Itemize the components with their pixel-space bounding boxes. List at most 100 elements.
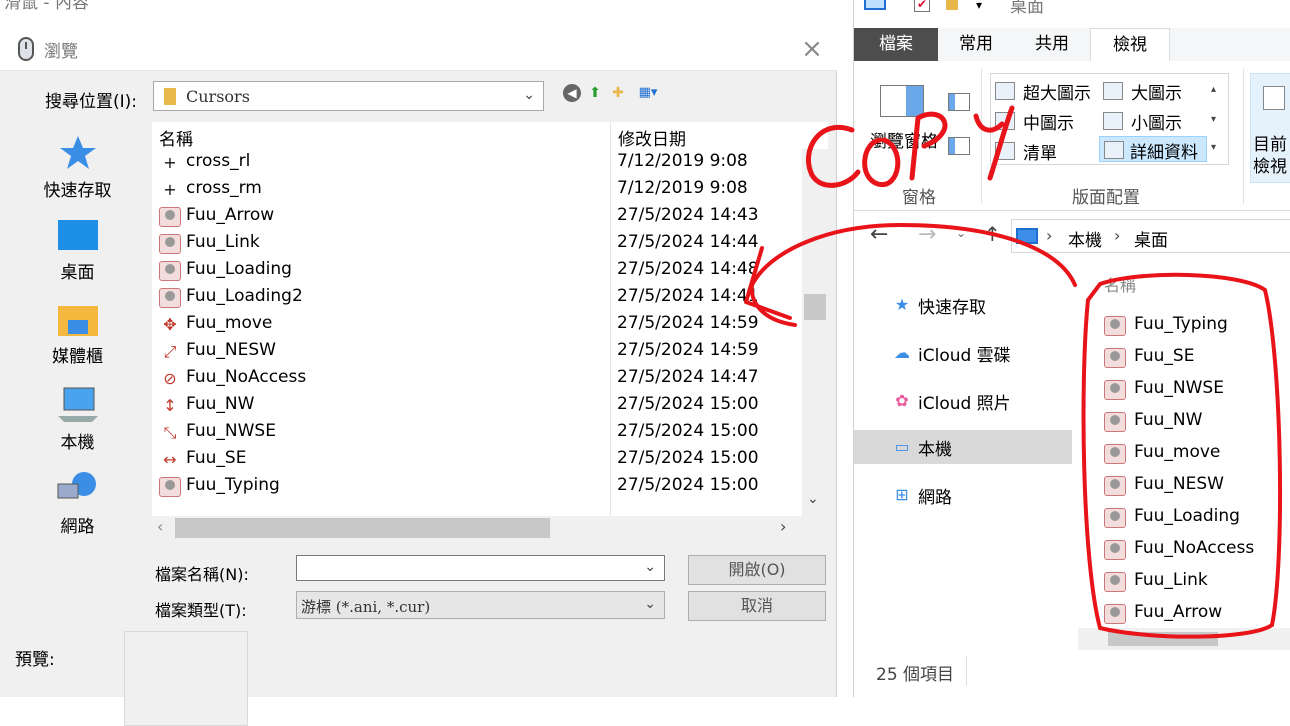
file-row[interactable]: Fuu_Loading 27/5/2024 14:48	[152, 257, 802, 284]
list-icon	[995, 142, 1015, 160]
file-row[interactable]: Fuu_Arrow 27/5/2024 14:43	[152, 203, 802, 230]
explorer-file-item[interactable]: Fuu_Loading	[1104, 503, 1284, 533]
nav-icloud-drive[interactable]: ☁ iCloud 雲碟	[854, 336, 1072, 370]
folder-icon[interactable]	[946, 0, 958, 10]
tab-home[interactable]: 常用	[938, 28, 1014, 61]
chevron-down-icon[interactable]: ⌄	[956, 226, 966, 240]
file-name: Fuu_Loading	[1134, 506, 1240, 526]
file-row[interactable]: ⊘ Fuu_NoAccess 27/5/2024 14:47	[152, 365, 802, 392]
column-header-date[interactable]: 修改日期	[618, 125, 686, 150]
new-folder-icon[interactable]: ✚	[609, 84, 627, 102]
file-row[interactable]: ⤡ Fuu_NWSE 27/5/2024 15:00	[152, 419, 802, 446]
forward-arrow-icon[interactable]: →	[918, 222, 936, 247]
explorer-file-item[interactable]: Fuu_SE	[1104, 343, 1284, 373]
file-row[interactable]: + cross_rl 7/12/2019 9:08	[152, 149, 802, 176]
tab-share[interactable]: 共用	[1014, 28, 1090, 61]
current-view-button[interactable]: 目前 檢視	[1250, 73, 1290, 183]
open-button[interactable]: 開啟(O)	[688, 555, 826, 585]
chevron-right-icon[interactable]: ›	[1046, 226, 1052, 245]
scroll-thumb[interactable]	[175, 518, 550, 538]
place-network[interactable]: 網路	[10, 470, 145, 537]
column-header-name[interactable]: 名稱	[1104, 272, 1136, 296]
back-arrow-icon[interactable]: ←	[870, 222, 888, 247]
vertical-scrollbar[interactable]: ⌄	[802, 149, 828, 516]
star-icon	[59, 136, 96, 169]
details-pane-icon[interactable]	[948, 137, 970, 155]
explorer-file-item[interactable]: Fuu_NW	[1104, 407, 1284, 437]
photos-icon: ✿	[895, 391, 909, 410]
file-row[interactable]: ⤢ Fuu_NESW 27/5/2024 14:59	[152, 338, 802, 365]
explorer-file-item[interactable]: Fuu_Arrow	[1104, 599, 1284, 629]
file-row[interactable]: Fuu_Typing 27/5/2024 15:00	[152, 473, 802, 500]
chevron-up-icon[interactable]: ▴	[1211, 84, 1216, 95]
layout-details[interactable]: 詳細資料	[1099, 136, 1207, 163]
place-libraries[interactable]: 媒體櫃	[10, 302, 145, 367]
breadcrumb-desktop[interactable]: 桌面	[1134, 226, 1168, 251]
nav-network[interactable]: ⊞ 網路	[854, 478, 1072, 512]
cursor-file-icon	[1104, 444, 1126, 464]
explorer-file-item[interactable]: Fuu_NWSE	[1104, 375, 1284, 405]
chevron-down-icon[interactable]: ▾	[976, 0, 982, 12]
up-folder-icon[interactable]: ⬆	[586, 84, 604, 102]
scroll-thumb[interactable]	[1108, 632, 1218, 646]
file-row[interactable]: Fuu_Link 27/5/2024 14:44	[152, 230, 802, 257]
up-arrow-icon[interactable]: ↑	[984, 222, 1001, 246]
properties-icon[interactable]: ✔	[914, 0, 930, 12]
explorer-file-item[interactable]: Fuu_move	[1104, 439, 1284, 469]
file-date: 27/5/2024 15:00	[617, 394, 759, 414]
close-icon[interactable]: ×	[798, 36, 826, 64]
chevron-down-icon[interactable]: ▾	[1211, 114, 1216, 125]
explorer-file-item[interactable]: Fuu_NoAccess	[1104, 535, 1284, 565]
nav-quick-access[interactable]: ★ 快速存取	[854, 288, 1072, 322]
ribbon-divider	[981, 69, 982, 204]
place-this-pc[interactable]: 本機	[10, 386, 145, 453]
file-date: 27/5/2024 14:48	[617, 259, 759, 279]
preview-pane-icon[interactable]	[948, 93, 970, 111]
explorer-file-item[interactable]: Fuu_NESW	[1104, 471, 1284, 501]
chevron-right-icon[interactable]: ›	[780, 517, 786, 536]
file-row[interactable]: Fuu_Loading2 27/5/2024 14:41	[152, 284, 802, 311]
file-name: Fuu_NW	[186, 394, 255, 414]
back-icon[interactable]: ◀	[563, 84, 581, 102]
cancel-button[interactable]: 取消	[688, 591, 826, 621]
file-row[interactable]: ↕ Fuu_NW 27/5/2024 15:00	[152, 392, 802, 419]
breadcrumb-this-pc[interactable]: 本機	[1068, 226, 1102, 251]
star-icon: ★	[894, 295, 910, 314]
column-header-name[interactable]: 名稱	[159, 125, 193, 150]
file-row[interactable]: ✥ Fuu_move 27/5/2024 14:59	[152, 311, 802, 338]
tab-file[interactable]: 檔案	[854, 28, 938, 61]
explorer-file-item[interactable]: Fuu_Typing	[1104, 311, 1284, 341]
place-desktop[interactable]: 桌面	[10, 218, 145, 283]
file-row[interactable]: + cross_rm 7/12/2019 9:08	[152, 176, 802, 203]
horizontal-scrollbar[interactable]: ‹ ›	[152, 516, 802, 540]
file-name: Fuu_Typing	[186, 475, 280, 495]
file-date: 27/5/2024 14:47	[617, 367, 759, 387]
scroll-thumb[interactable]	[804, 294, 826, 320]
filetype-value: 游標 (*.ani, *.cur)	[301, 598, 431, 616]
place-quick-access[interactable]: 快速存取	[10, 134, 145, 201]
more-icon[interactable]: ▾	[1211, 142, 1216, 153]
file-list[interactable]: 名稱 修改日期 + cross_rl 7/12/2019 9:08 + cross_rm…	[152, 122, 828, 516]
view-menu-icon[interactable]: ▦▾	[633, 84, 663, 102]
chevron-down-icon[interactable]: ⌄	[644, 559, 656, 575]
address-box[interactable]: › 本機 › 桌面	[1011, 219, 1290, 253]
file-row[interactable]: ↔ Fuu_SE 27/5/2024 15:00	[152, 446, 802, 473]
chevron-down-icon[interactable]: ⌄	[807, 491, 819, 507]
filename-input[interactable]: ⌄	[296, 555, 665, 581]
file-name: Fuu_move	[1134, 442, 1221, 462]
chevron-right-icon[interactable]: ›	[1114, 226, 1120, 245]
look-in-dropdown[interactable]: Cursors ⌄	[153, 81, 544, 111]
horizontal-scrollbar[interactable]	[1078, 628, 1290, 650]
cursor-icon	[159, 234, 181, 254]
file-name: cross_rm	[186, 178, 262, 198]
file-name: Fuu_NoAccess	[186, 367, 307, 387]
filename-label: 檔案名稱(N):	[155, 565, 249, 584]
explorer-file-item[interactable]: Fuu_Link	[1104, 567, 1284, 597]
tab-view[interactable]: 檢視	[1090, 28, 1170, 61]
filetype-dropdown[interactable]: 游標 (*.ani, *.cur) ⌄	[296, 591, 665, 619]
nav-icloud-photos[interactable]: ✿ iCloud 照片	[854, 384, 1072, 418]
chevron-left-icon[interactable]: ‹	[157, 517, 163, 536]
cursor-file-icon	[1104, 412, 1126, 432]
file-name: Fuu_Arrow	[186, 205, 275, 225]
nav-this-pc[interactable]: ▭ 本機	[854, 430, 1072, 464]
